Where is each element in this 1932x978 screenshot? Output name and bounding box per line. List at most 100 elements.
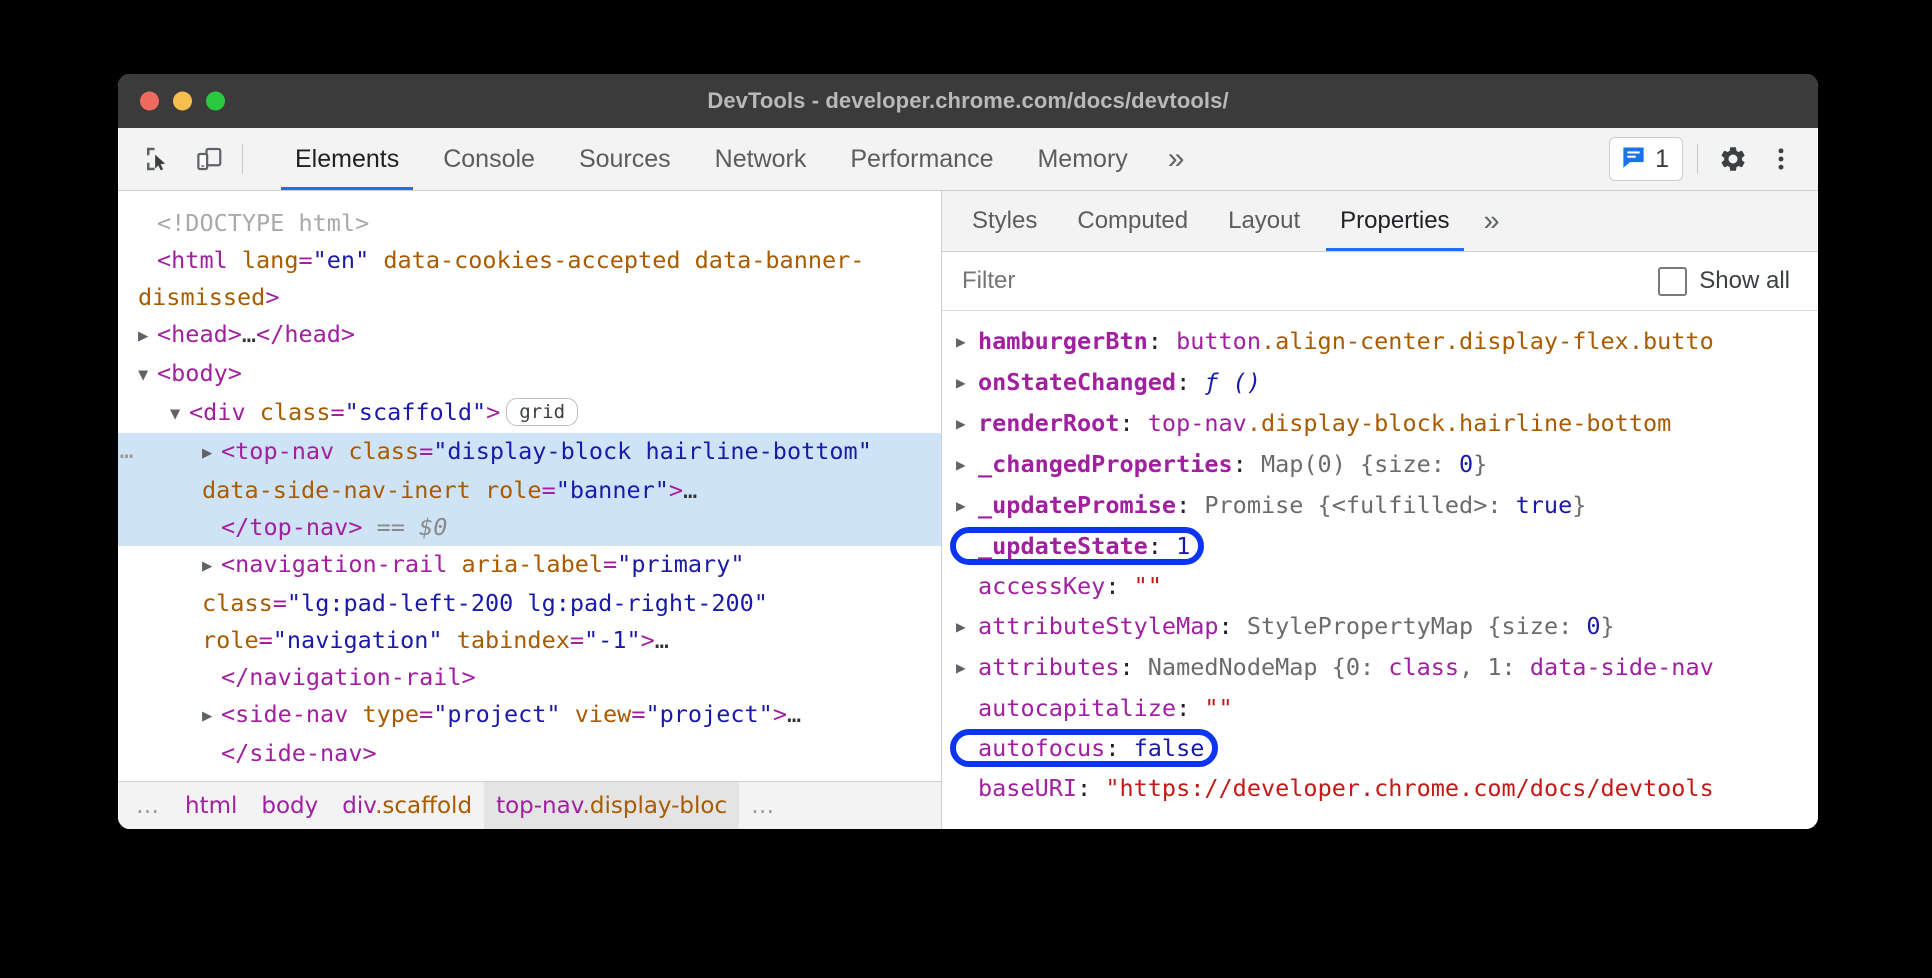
breadcrumb-item[interactable]: html — [173, 782, 249, 829]
property-row[interactable]: onStateChanged: ƒ () — [942, 362, 1818, 403]
dom-token: "primary" — [617, 550, 744, 578]
breadcrumb-tag: top-nav — [496, 793, 583, 819]
dom-token: class — [260, 398, 331, 426]
expand-triangle-icon[interactable] — [956, 445, 978, 485]
property-row[interactable]: hamburgerBtn: button.align-center.displa… — [942, 321, 1818, 362]
tab-sources[interactable]: Sources — [557, 128, 693, 190]
dom-node[interactable]: <!DOCTYPE html> — [118, 205, 941, 242]
property-row[interactable]: attributeStyleMap: StylePropertyMap {siz… — [942, 606, 1818, 647]
property-name: accessKey — [978, 572, 1105, 600]
property-value: ƒ () — [1204, 368, 1261, 396]
window-controls[interactable] — [140, 92, 225, 111]
property-row[interactable]: baseURI: "https://developer.chrome.com/d… — [942, 768, 1818, 808]
property-name: renderRoot — [978, 409, 1119, 437]
property-value: NamedNodeMap {0: — [1148, 653, 1389, 681]
devtools-window: DevTools - developer.chrome.com/docs/dev… — [118, 74, 1818, 829]
tab-network[interactable]: Network — [693, 128, 829, 190]
breadcrumb-tag: html — [185, 793, 237, 819]
dom-node[interactable]: </side-nav> — [118, 735, 941, 772]
properties-list[interactable]: hamburgerBtn: button.align-center.displa… — [942, 311, 1818, 829]
dom-tree[interactable]: <!DOCTYPE html><html lang="en" data-cook… — [118, 191, 941, 781]
property-colon: : — [1176, 694, 1204, 722]
property-value: class — [1388, 653, 1459, 681]
property-row[interactable]: attributes: NamedNodeMap {0: class, 1: d… — [942, 647, 1818, 688]
expand-triangle-icon[interactable] — [956, 322, 978, 362]
maximize-window-button[interactable] — [206, 92, 225, 111]
property-colon: : — [1176, 368, 1204, 396]
toolbar-divider — [242, 144, 243, 174]
tab-memory[interactable]: Memory — [1015, 128, 1149, 190]
dom-token: "project" — [433, 700, 560, 728]
expand-triangle-icon[interactable] — [202, 698, 221, 735]
dom-node[interactable]: <navigation-rail aria-label="primary" cl… — [118, 546, 941, 659]
dom-token — [872, 437, 886, 465]
close-window-button[interactable] — [140, 92, 159, 111]
collapse-triangle-icon[interactable] — [170, 396, 189, 433]
tab-properties[interactable]: Properties — [1320, 191, 1469, 251]
show-all-checkbox[interactable] — [1658, 267, 1687, 296]
dom-node[interactable]: …<top-nav class="display-block hairline-… — [118, 433, 941, 509]
expand-triangle-icon[interactable] — [956, 404, 978, 444]
expand-triangle-icon[interactable] — [138, 318, 157, 355]
expand-triangle-icon[interactable] — [956, 363, 978, 403]
dom-node[interactable]: <body> — [118, 355, 941, 394]
breadcrumb-item[interactable]: div.scaffold — [330, 782, 484, 829]
dom-node[interactable]: <html lang="en" data-cookies-accepted da… — [118, 242, 941, 316]
dom-node[interactable]: <div class="scaffold">grid — [118, 394, 941, 433]
collapse-triangle-icon[interactable] — [138, 357, 157, 394]
dom-token: <body> — [157, 359, 242, 387]
property-row[interactable]: _updatePromise: Promise {<fulfilled>: tr… — [942, 485, 1818, 526]
issues-message-icon — [1620, 143, 1647, 175]
tab-performance[interactable]: Performance — [828, 128, 1015, 190]
tab-layout[interactable]: Layout — [1208, 191, 1320, 251]
expand-triangle-icon[interactable] — [956, 607, 978, 647]
property-colon: : — [1148, 532, 1176, 560]
more-panels-chevron-icon[interactable]: » — [1150, 128, 1203, 190]
dom-token: <head> — [157, 320, 242, 348]
expand-triangle-icon[interactable] — [956, 486, 978, 526]
show-all-label: Show all — [1699, 267, 1790, 295]
more-sidebar-tabs-chevron-icon[interactable]: » — [1470, 191, 1514, 251]
property-row[interactable]: renderRoot: top-nav.display-block.hairli… — [942, 403, 1818, 444]
breadcrumb-overflow-dots[interactable]: … — [124, 782, 173, 829]
dom-node[interactable]: <head>…</head> — [118, 316, 941, 355]
breadcrumb-item[interactable]: body — [249, 782, 330, 829]
tab-computed[interactable]: Computed — [1057, 191, 1208, 251]
issues-button[interactable]: 1 — [1609, 137, 1683, 181]
device-toolbar-icon[interactable] — [190, 140, 228, 178]
property-row[interactable]: accessKey: "" — [942, 566, 1818, 606]
property-name: _changedProperties — [978, 450, 1233, 478]
dom-token: = — [419, 437, 433, 465]
dom-node[interactable]: </top-nav> == $0 — [118, 509, 941, 546]
property-row[interactable]: autofocus: false — [942, 728, 1818, 768]
minimize-window-button[interactable] — [173, 92, 192, 111]
property-row[interactable]: autocapitalize: "" — [942, 688, 1818, 728]
dom-token: = — [631, 700, 645, 728]
tab-elements[interactable]: Elements — [273, 128, 421, 190]
dom-token: > — [773, 700, 787, 728]
tab-styles[interactable]: Styles — [952, 191, 1057, 251]
expand-triangle-icon[interactable] — [202, 548, 221, 585]
dom-token: > — [641, 626, 655, 654]
show-all-toggle[interactable]: Show all — [1658, 267, 1800, 296]
property-row[interactable]: _changedProperties: Map(0) {size: 0} — [942, 444, 1818, 485]
filter-input[interactable] — [960, 266, 1658, 296]
breadcrumb[interactable]: … html bodydiv.scaffoldtop-nav.display-blo… — [118, 781, 941, 829]
property-name: autofocus — [978, 734, 1105, 762]
breadcrumb-item[interactable]: top-nav.display-bloc — [484, 782, 739, 829]
breadcrumb-overflow-dots[interactable]: … — [739, 782, 788, 829]
dom-token — [471, 476, 485, 504]
dom-node[interactable]: </navigation-rail> — [118, 659, 941, 696]
node-overflow-dots[interactable]: … — [118, 433, 144, 470]
inspect-cursor-icon[interactable] — [138, 140, 176, 178]
expand-triangle-icon[interactable] — [202, 435, 221, 472]
property-value: 0 — [1586, 612, 1600, 640]
kebab-menu-icon[interactable] — [1760, 138, 1802, 180]
expand-triangle-icon[interactable] — [956, 648, 978, 688]
gear-icon[interactable] — [1712, 138, 1754, 180]
dom-node[interactable]: <side-nav type="project" view="project">… — [118, 696, 941, 735]
grid-badge[interactable]: grid — [506, 398, 578, 426]
title-bar: DevTools - developer.chrome.com/docs/dev… — [118, 74, 1818, 128]
property-row[interactable]: _updateState: 1 — [942, 526, 1818, 566]
tab-console[interactable]: Console — [421, 128, 557, 190]
